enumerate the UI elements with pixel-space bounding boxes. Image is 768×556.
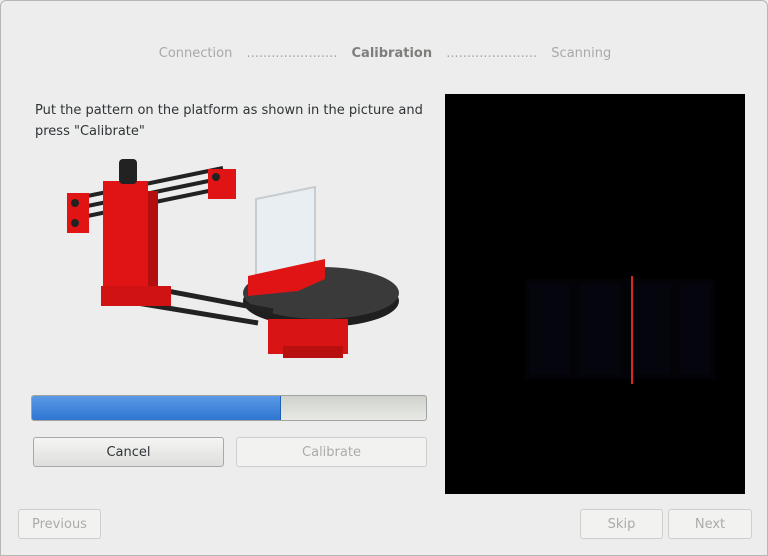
previous-button[interactable]: Previous [18, 509, 101, 539]
camera-preview [445, 94, 745, 494]
scanner-pattern-image [67, 159, 399, 358]
cancel-button[interactable]: Cancel [33, 437, 224, 467]
calibrate-button[interactable]: Calibrate [236, 437, 427, 467]
skip-button[interactable]: Skip [580, 509, 663, 539]
step-connection: Connection [158, 46, 233, 61]
next-button[interactable]: Next [668, 509, 752, 539]
left-laser [67, 193, 89, 233]
step-separator: ...................... [246, 46, 338, 61]
step-calibration: Calibration [351, 46, 433, 61]
instruction-text: Put the pattern on the platform as shown… [35, 103, 423, 139]
wizard-steps: Connection ...................... Calibr… [1, 46, 768, 61]
progress-fill [32, 396, 282, 420]
step-separator: ...................... [446, 46, 538, 61]
right-laser [208, 169, 236, 199]
scanner-illustration [53, 151, 413, 376]
calibration-progress-bar [31, 395, 427, 421]
step-scanning: Scanning [551, 46, 612, 61]
calibration-wizard-window: Connection ...................... Calibr… [0, 0, 768, 556]
camera-frame [525, 276, 715, 384]
